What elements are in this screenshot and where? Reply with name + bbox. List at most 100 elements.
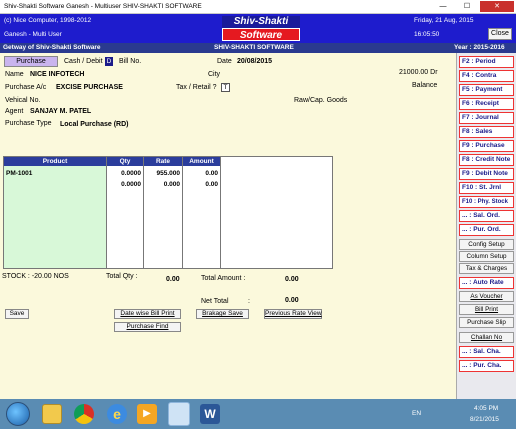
fkey-label: ... bbox=[462, 212, 468, 219]
column-header-product: Product bbox=[4, 157, 106, 166]
fkey-action: : Journal bbox=[471, 114, 499, 121]
column-header-qty: Qty bbox=[107, 157, 143, 166]
tax-retail-field[interactable]: T bbox=[221, 83, 230, 92]
f9-debit-note-button[interactable]: F9 : Debit Note bbox=[459, 168, 514, 180]
brakage-save-button[interactable]: Brakage Save bbox=[196, 309, 249, 319]
f4-contra-button[interactable]: F4 : Contra bbox=[459, 70, 514, 82]
subbar-left-text: Getway of Shiv-Shakti Software bbox=[3, 44, 101, 51]
fkey-action: : Sal. Ord. bbox=[469, 212, 500, 219]
previous-rate-view-button[interactable]: Previous Rate View bbox=[264, 309, 322, 319]
fkey-action: : Receipt bbox=[471, 100, 499, 107]
f7-journal-button[interactable]: F7 : Journal bbox=[459, 112, 514, 124]
minimize-button[interactable]: — bbox=[432, 1, 454, 12]
fkey-action: : Pur. Cha. bbox=[469, 362, 502, 369]
purchase-find-button[interactable]: Purchase Find bbox=[114, 322, 181, 332]
f8-credit-note-button[interactable]: F8 : Credit Note bbox=[459, 154, 514, 166]
maximize-button[interactable]: ☐ bbox=[456, 1, 478, 12]
net-total-label: Net Total bbox=[201, 298, 229, 305]
date-label: Date bbox=[217, 58, 232, 65]
fkey-label: F9 bbox=[462, 170, 470, 177]
f8-sales-button[interactable]: F8 : Sales bbox=[459, 126, 514, 138]
city-label: City bbox=[208, 71, 221, 78]
cash-debit-field[interactable]: D bbox=[105, 57, 113, 66]
f10-st-jrnl-button[interactable]: F10 : St. Jrnl bbox=[459, 182, 514, 194]
challan-no-button[interactable]: Challan No bbox=[459, 332, 514, 343]
fkey-label: F4 bbox=[462, 72, 470, 79]
agent-field[interactable]: SANJAY M. PATEL bbox=[30, 108, 91, 115]
name-field[interactable]: NICE INFOTECH bbox=[30, 71, 84, 78]
f5-payment-button[interactable]: F5 : Payment bbox=[459, 84, 514, 96]
tax-retail-label: Tax / Retail ? bbox=[176, 84, 217, 91]
date-field[interactable]: 20/08/2015 bbox=[237, 58, 272, 65]
window-title-bar: Shiv-Shakti Software Ganesh - Multiuser … bbox=[0, 0, 516, 14]
close-button[interactable]: Close bbox=[488, 28, 512, 40]
fkey-label: F10 bbox=[462, 199, 473, 205]
clock-date[interactable]: 8/21/2015 bbox=[470, 416, 499, 423]
auto-rate-button[interactable]: ... : Auto Rate bbox=[459, 277, 514, 289]
row-2-amount[interactable]: 0.00 bbox=[183, 181, 218, 188]
purchase-type-field[interactable]: Local Purchase (RD) bbox=[60, 121, 128, 128]
net-total-colon: : bbox=[248, 298, 250, 305]
windows-taskbar: e ▶ W EN 4:05 PM 8/21/2015 bbox=[0, 399, 516, 429]
product-column-area bbox=[4, 166, 106, 268]
row-1-qty[interactable]: 0.0000 bbox=[107, 170, 141, 177]
fkey-label: F8 bbox=[462, 156, 470, 163]
pur-cha-button[interactable]: ... : Pur. Cha. bbox=[459, 360, 514, 372]
sal-cha-button[interactable]: ... : Sal. Cha. bbox=[459, 346, 514, 358]
tax-charges-button[interactable]: Tax & Charges bbox=[459, 263, 514, 274]
sub-header-bar: Getway of Shiv-Shakti Software SHIV-SHAK… bbox=[0, 43, 516, 53]
as-voucher-button[interactable]: As Voucher bbox=[459, 291, 514, 302]
save-button[interactable]: Save bbox=[5, 309, 29, 319]
window-close-button[interactable]: ✕ bbox=[480, 1, 514, 12]
fkey-label: F7 bbox=[462, 114, 470, 121]
purchase-tab[interactable]: Purchase bbox=[4, 56, 58, 67]
purchase-ac-label: Purchase A/c bbox=[5, 84, 47, 91]
column-setup-button[interactable]: Column Setup bbox=[459, 251, 514, 262]
fkey-label: F10 bbox=[462, 184, 474, 191]
row-1-product[interactable]: PM-1001 bbox=[6, 170, 32, 177]
clock-time[interactable]: 4:05 PM bbox=[474, 405, 498, 412]
file-explorer-icon[interactable] bbox=[42, 404, 62, 424]
right-shortcut-panel: F2 : Period F4 : Contra F5 : Payment F6 … bbox=[456, 53, 516, 399]
fkey-action: : Auto Rate bbox=[469, 279, 504, 286]
raw-cap-goods-label: Raw/Cap. Goods bbox=[294, 97, 348, 104]
chrome-icon[interactable] bbox=[74, 404, 94, 424]
fkey-label: ... bbox=[462, 348, 468, 355]
grid-divider bbox=[220, 157, 221, 268]
media-player-icon[interactable]: ▶ bbox=[137, 404, 157, 424]
row-2-rate[interactable]: 0.000 bbox=[144, 181, 180, 188]
fkey-label: ... bbox=[462, 226, 468, 233]
fkey-action: : Pur. Ord. bbox=[469, 226, 501, 233]
f6-receipt-button[interactable]: F6 : Receipt bbox=[459, 98, 514, 110]
purchase-slip-button[interactable]: Purchase Slip bbox=[459, 317, 514, 328]
row-1-amount[interactable]: 0.00 bbox=[183, 170, 218, 177]
sal-ord-button[interactable]: ... : Sal. Ord. bbox=[459, 210, 514, 222]
logo-top-text: Shiv-Shakti bbox=[222, 16, 300, 28]
bill-print-button[interactable]: Bill Print bbox=[459, 304, 514, 315]
total-qty-value: 0.00 bbox=[166, 276, 180, 283]
f10-phy-stock-button[interactable]: F10 : Phy. Stock bbox=[459, 196, 514, 208]
language-indicator[interactable]: EN bbox=[412, 410, 421, 417]
fkey-action: : Sales bbox=[471, 128, 493, 135]
f2-period-button[interactable]: F2 : Period bbox=[459, 56, 514, 68]
word-icon[interactable]: W bbox=[200, 404, 220, 424]
fkey-action: : Credit Note bbox=[471, 156, 511, 163]
subbar-center-text: SHIV-SHAKTI SOFTWARE bbox=[214, 44, 294, 51]
agent-label: Agent bbox=[5, 108, 24, 115]
date-wise-bill-print-button[interactable]: Date wise Bill Print bbox=[114, 309, 181, 319]
fkey-action: : Phy. Stock bbox=[474, 199, 508, 205]
f9-purchase-button[interactable]: F9 : Purchase bbox=[459, 140, 514, 152]
start-orb-icon[interactable] bbox=[6, 402, 30, 426]
row-1-rate[interactable]: 955.000 bbox=[144, 170, 181, 177]
product-grid[interactable]: Product Qty Rate Amount PM-1001 0.0000 9… bbox=[3, 156, 333, 269]
purchase-ac-field[interactable]: EXCISE PURCHASE bbox=[56, 84, 123, 91]
internet-explorer-icon[interactable]: e bbox=[107, 404, 127, 424]
column-header-rate: Rate bbox=[144, 157, 182, 166]
shiv-shakti-app-icon[interactable] bbox=[168, 402, 190, 426]
row-2-qty[interactable]: 0.0000 bbox=[107, 181, 141, 188]
logo-bottom-text: Software bbox=[222, 28, 300, 41]
balance-label: Balance bbox=[412, 82, 438, 89]
user-text: Ganesh - Multi User bbox=[4, 31, 62, 38]
pur-ord-button[interactable]: ... : Pur. Ord. bbox=[459, 224, 514, 236]
config-setup-button[interactable]: Config Setup bbox=[459, 239, 514, 250]
